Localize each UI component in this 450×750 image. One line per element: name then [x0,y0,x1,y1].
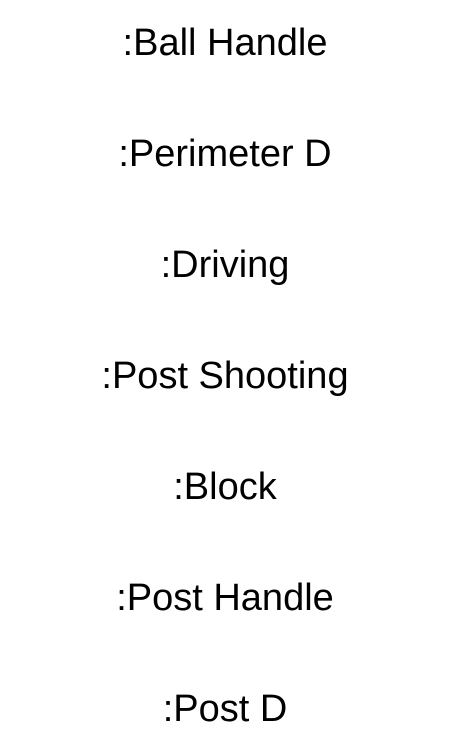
label-perimeter-d: :Perimeter D [118,133,332,175]
label-post-handle: :Post Handle [116,577,334,619]
label-driving: :Driving [160,244,290,286]
label-post-d: :Post D [162,688,288,730]
label-ball-handle: :Ball Handle [122,22,328,64]
label-post-shooting: :Post Shooting [101,355,349,397]
label-list: :Ball Handle :Perimeter D :Driving :Post… [0,0,450,750]
label-block: :Block [173,466,277,508]
